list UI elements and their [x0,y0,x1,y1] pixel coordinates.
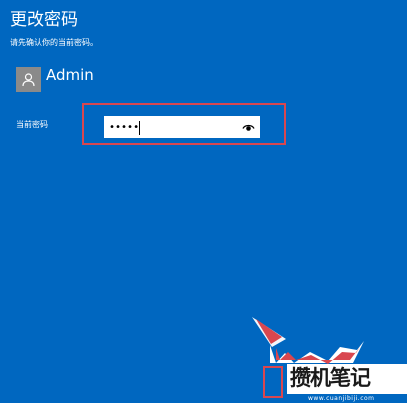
next-button-highlight [263,366,283,398]
current-password-input[interactable] [109,120,234,136]
logo-text: 攒机笔记 [290,366,371,390]
current-password-label: 当前密码 [16,120,48,129]
avatar [16,67,41,92]
user-icon [22,73,35,87]
text-caret [139,121,140,135]
page-subtitle: 请先确认你的当前密码。 [10,38,98,47]
page-title: 更改密码 [10,10,78,30]
logo-url: www.cuanjibiji.com [308,395,375,402]
user-name: Admin [46,66,94,84]
eye-icon[interactable] [242,122,255,133]
current-password-box[interactable] [104,116,260,138]
change-password-screen: 更改密码 请先确认你的当前密码。 Admin 当前密码 ••••• 攒机笔记 w… [0,0,407,403]
watermark-logo: 攒机笔记 www.cuanjibiji.com [287,358,407,403]
